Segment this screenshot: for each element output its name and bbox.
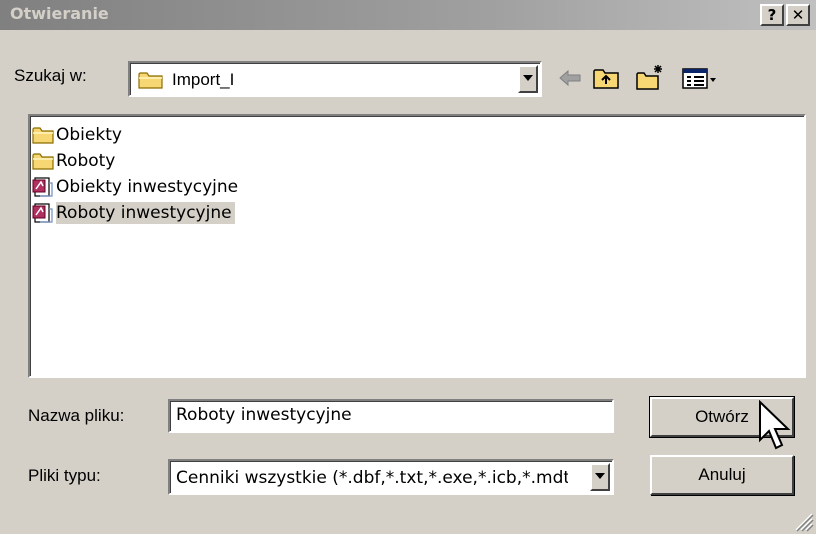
list-item[interactable]: Obiekty inwestycyjne bbox=[32, 174, 241, 200]
back-arrow-icon[interactable] bbox=[554, 62, 586, 94]
list-item-label: Roboty inwestycyjne bbox=[56, 202, 235, 224]
file-type-label: Pliki typu: bbox=[28, 466, 101, 485]
list-item[interactable]: Obiekty bbox=[32, 122, 125, 148]
file-type-value: Cenniki wszystkie (*.dbf,*.txt,*.exe,*.i… bbox=[176, 468, 568, 488]
look-in-combo[interactable]: Import_I bbox=[128, 61, 542, 97]
list-item-label: Obiekty bbox=[56, 125, 122, 145]
look-in-label: Szukaj w: bbox=[14, 66, 87, 85]
title-bar[interactable]: Otwieranie ? ✕ bbox=[0, 0, 816, 30]
look-in-dropdown-button[interactable] bbox=[518, 65, 538, 93]
file-name-label: Nazwa pliku: bbox=[28, 406, 125, 425]
file-list[interactable]: Obiekty Roboty Obiekty inwestycyjne Robo… bbox=[28, 114, 806, 378]
folder-icon bbox=[32, 153, 54, 170]
list-item-label: Roboty bbox=[56, 151, 116, 171]
file-type-combo[interactable]: Cenniki wszystkie (*.dbf,*.txt,*.exe,*.i… bbox=[168, 459, 614, 495]
resize-grip-icon[interactable] bbox=[792, 510, 814, 532]
document-icon bbox=[32, 177, 53, 197]
list-item[interactable]: Roboty inwestycyjne bbox=[32, 200, 235, 226]
mouse-cursor-icon bbox=[759, 400, 791, 450]
new-folder-icon[interactable] bbox=[634, 62, 666, 94]
window-title: Otwieranie bbox=[10, 4, 109, 23]
help-button[interactable]: ? bbox=[760, 4, 784, 26]
file-name-input[interactable]: Roboty inwestycyjne bbox=[168, 399, 614, 433]
close-button[interactable]: ✕ bbox=[786, 4, 810, 26]
view-menu-icon[interactable] bbox=[680, 62, 720, 94]
document-icon bbox=[32, 203, 53, 223]
file-type-dropdown-button[interactable] bbox=[590, 463, 610, 491]
folder-icon bbox=[138, 72, 163, 89]
look-in-value: Import_I bbox=[172, 70, 235, 89]
open-file-dialog: Otwieranie ? ✕ Szukaj w: Import_I Obiekt… bbox=[0, 0, 816, 534]
list-item-label: Obiekty inwestycyjne bbox=[56, 177, 239, 197]
list-item[interactable]: Roboty bbox=[32, 148, 118, 174]
cancel-button[interactable]: Anuluj bbox=[650, 455, 794, 495]
up-folder-icon[interactable] bbox=[590, 62, 622, 94]
folder-icon bbox=[32, 127, 54, 144]
